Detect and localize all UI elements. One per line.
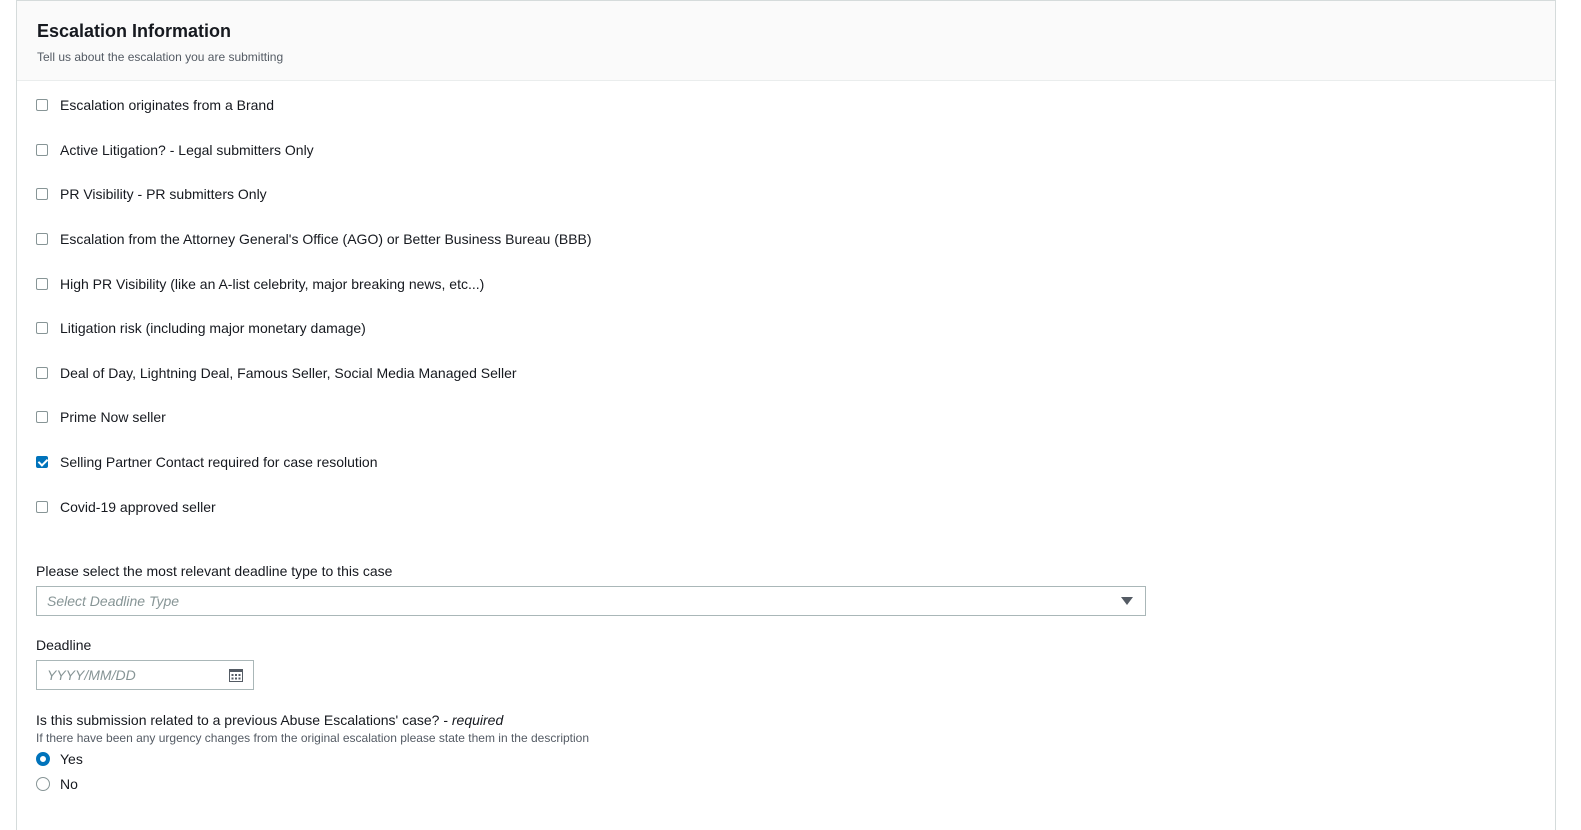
checkbox-box[interactable] (36, 99, 48, 111)
deadline-label: Deadline (36, 637, 92, 653)
previous-case-question-text: Is this submission related to a previous… (36, 712, 452, 728)
caret-down-icon (1121, 597, 1133, 605)
checkbox-box[interactable] (36, 188, 48, 200)
checkbox-brand[interactable]: Escalation originates from a Brand (36, 95, 274, 115)
required-indicator: required (451, 712, 504, 728)
radio-label: Yes (60, 751, 83, 767)
deadline-date-field[interactable] (36, 660, 254, 690)
radio-no[interactable]: No (36, 774, 78, 794)
checkbox-label: High PR Visibility (like an A-list celeb… (60, 276, 485, 292)
previous-case-description: If there have been any urgency changes f… (36, 731, 590, 745)
deadline-type-select[interactable]: Select Deadline Type (36, 586, 1146, 616)
checkbox-box[interactable] (36, 411, 48, 423)
checkbox-high-pr-visibility[interactable]: High PR Visibility (like an A-list celeb… (36, 274, 484, 294)
escalation-info-panel: Escalation Information Tell us about the… (16, 0, 1556, 830)
checkbox-label: PR Visibility - PR submitters Only (60, 186, 267, 202)
checkbox-label: Deal of Day, Lightning Deal, Famous Sell… (60, 365, 517, 381)
checkbox-label: Covid-19 approved seller (60, 499, 216, 515)
checkbox-box[interactable] (36, 278, 48, 290)
radio-button[interactable] (36, 777, 50, 791)
checkbox-label: Prime Now seller (60, 409, 166, 425)
checkbox-box[interactable] (36, 501, 48, 513)
calendar-icon[interactable] (229, 668, 243, 682)
checkbox-box[interactable] (36, 233, 48, 245)
deadline-type-label: Please select the most relevant deadline… (36, 563, 393, 579)
checkbox-box[interactable] (36, 322, 48, 334)
checkbox-box[interactable] (36, 456, 48, 468)
checkbox-box[interactable] (36, 144, 48, 156)
checkbox-label: Litigation risk (including major monetar… (60, 320, 366, 336)
checkbox-box[interactable] (36, 367, 48, 379)
checkbox-pr-visibility[interactable]: PR Visibility - PR submitters Only (36, 184, 267, 204)
checkbox-selling-partner-contact[interactable]: Selling Partner Contact required for cas… (36, 452, 378, 472)
checkbox-label: Selling Partner Contact required for cas… (60, 454, 378, 470)
checkbox-covid-approved[interactable]: Covid-19 approved seller (36, 497, 216, 517)
section-description: Tell us about the escalation you are sub… (37, 50, 284, 64)
panel-header: Escalation Information Tell us about the… (17, 1, 1555, 81)
radio-label: No (60, 776, 78, 792)
radio-yes[interactable]: Yes (36, 749, 83, 769)
checkbox-prime-now[interactable]: Prime Now seller (36, 407, 166, 427)
radio-button[interactable] (36, 752, 50, 766)
checkbox-litigation-risk[interactable]: Litigation risk (including major monetar… (36, 318, 366, 338)
checkbox-label: Escalation from the Attorney General's O… (60, 231, 592, 247)
checkbox-label: Active Litigation? - Legal submitters On… (60, 142, 314, 158)
checkbox-deal-of-day[interactable]: Deal of Day, Lightning Deal, Famous Sell… (36, 363, 517, 383)
checkbox-active-litigation[interactable]: Active Litigation? - Legal submitters On… (36, 140, 314, 160)
checkbox-label: Escalation originates from a Brand (60, 97, 274, 113)
checkbox-ago-bbb[interactable]: Escalation from the Attorney General's O… (36, 229, 592, 249)
deadline-type-placeholder: Select Deadline Type (47, 593, 180, 609)
deadline-input[interactable] (47, 667, 217, 683)
previous-case-question: Is this submission related to a previous… (36, 710, 503, 730)
section-title: Escalation Information (37, 21, 232, 41)
